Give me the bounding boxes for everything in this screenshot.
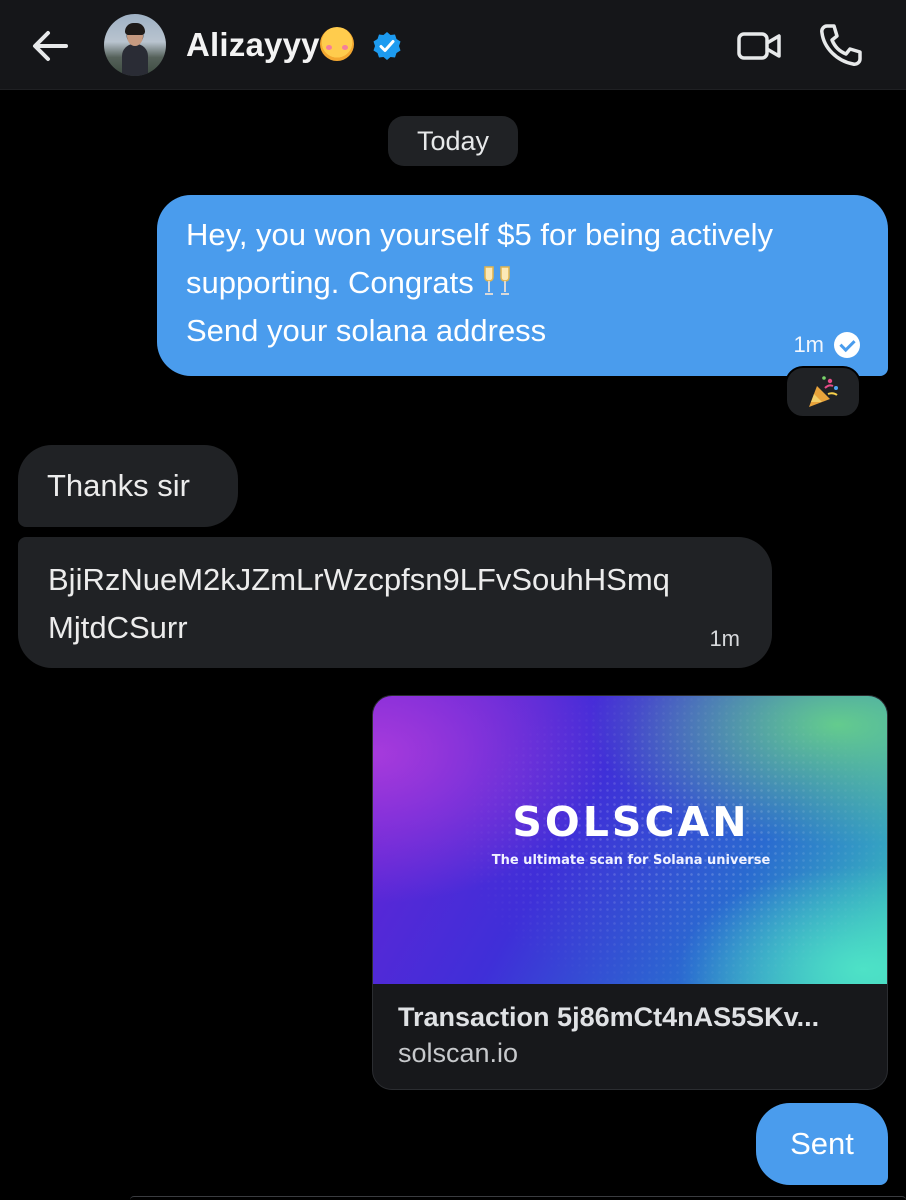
date-divider: Today <box>388 116 518 166</box>
message-time: 1m <box>793 332 824 357</box>
sent-message-bubble[interactable]: Hey, you won yourself $5 for being activ… <box>157 195 888 376</box>
message-text-line: MjtdCSurr <box>48 610 188 645</box>
message-text-line: Hey, you won yourself $5 for being activ… <box>186 217 774 252</box>
link-preview-domain: solscan.io <box>398 1038 519 1068</box>
smiling-face-with-hearts-icon <box>319 27 354 61</box>
back-arrow-icon[interactable] <box>28 24 72 68</box>
message-text-line: supporting. Congrats <box>186 259 858 307</box>
message-time: 1m <box>709 626 740 651</box>
read-check-icon <box>834 332 860 358</box>
received-message-bubble[interactable]: Thanks sir <box>18 445 238 527</box>
message-meta: 1m <box>793 332 860 358</box>
solscan-logo: SOLSCAN <box>512 798 750 846</box>
avatar-body-shape <box>122 44 148 76</box>
composer-edge <box>130 1196 906 1200</box>
received-message-bubble[interactable]: BjiRzNueM2kJZmLrWzcpfsn9LFvSouhHSmq Mjtd… <box>18 537 772 668</box>
sent-message-bubble[interactable]: Sent <box>756 1103 888 1185</box>
clinking-glasses-icon <box>484 266 510 295</box>
party-popper-icon <box>809 376 838 407</box>
avatar-hair-shape <box>125 23 145 35</box>
link-preview-title: Transaction 5j86mCt4nAS5SKv... <box>398 1002 820 1032</box>
conversation-header: Alizayyy <box>0 0 906 90</box>
card-tagline: The ultimate scan for Solana universe <box>491 853 771 868</box>
video-camera-icon[interactable] <box>736 26 782 66</box>
message-reaction[interactable] <box>785 366 861 418</box>
phone-icon[interactable] <box>818 22 862 68</box>
avatar[interactable] <box>104 14 166 76</box>
link-preview-image: SOLSCAN The ultimate scan for Solana uni… <box>373 696 887 984</box>
message-text-line: BjiRzNueM2kJZmLrWzcpfsn9LFvSouhHSmq <box>48 562 670 597</box>
link-preview-card[interactable]: SOLSCAN The ultimate scan for Solana uni… <box>372 695 888 1090</box>
verified-badge-icon <box>373 32 401 60</box>
message-text-line-content: supporting. Congrats <box>186 265 474 300</box>
message-text-line: Send your solana address <box>186 313 547 348</box>
contact-name-text: Alizayyy <box>186 26 320 63</box>
contact-name[interactable]: Alizayyy <box>186 26 354 64</box>
